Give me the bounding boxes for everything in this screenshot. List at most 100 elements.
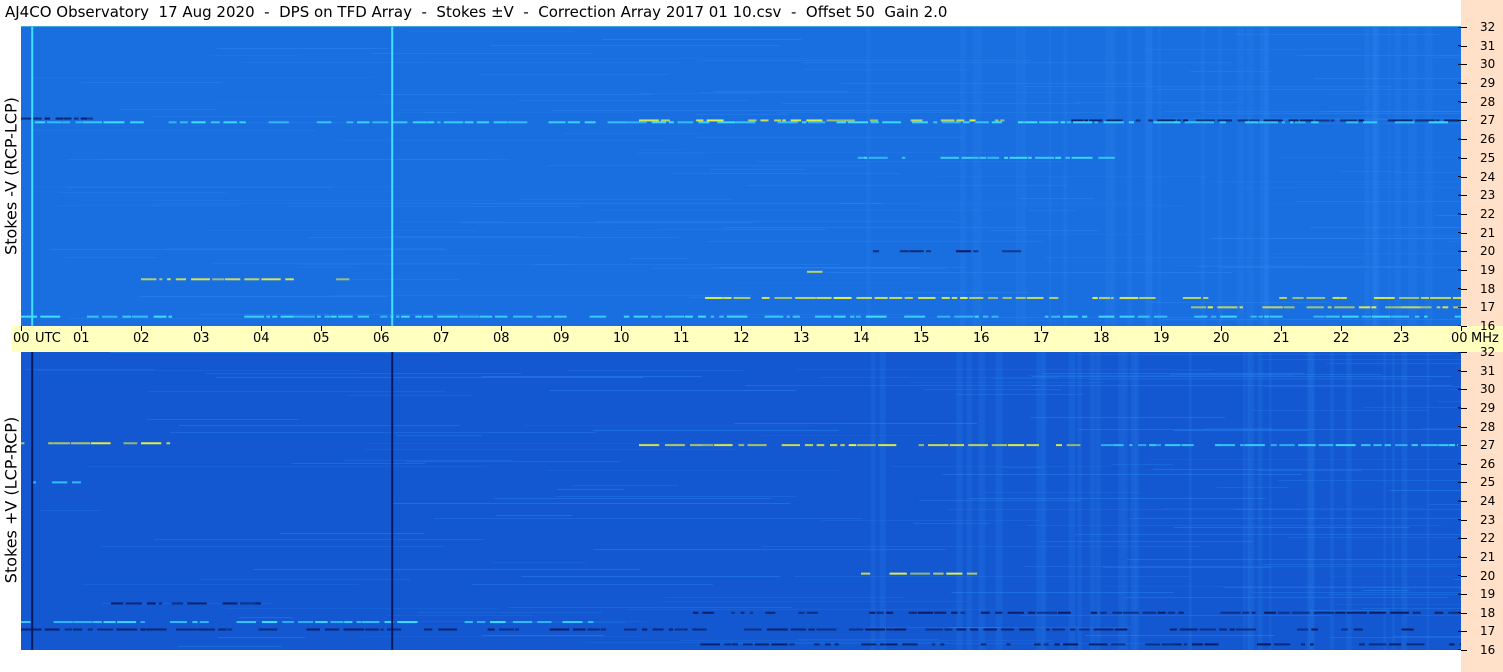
emission-segment: [338, 315, 353, 318]
emission-segment: [392, 121, 408, 124]
emission-segment: [588, 621, 594, 624]
y-tick-mark-top: [1461, 213, 1467, 215]
emission-segment: [1142, 611, 1157, 614]
emission-segment: [1019, 628, 1035, 631]
noise-streak: [839, 203, 1144, 204]
emission-segment: [494, 315, 508, 318]
x-tick-label: 14: [853, 331, 870, 346]
emission-segment: [940, 119, 955, 122]
emission-segment: [87, 117, 93, 120]
noise-column: [866, 27, 871, 326]
emission-segment: [743, 628, 762, 631]
noise-streak: [551, 110, 959, 111]
emission-segment: [48, 442, 54, 445]
noise-streak: [396, 112, 457, 113]
emission-segment: [825, 643, 831, 646]
emission-segment: [1290, 121, 1294, 124]
noise-streak: [990, 230, 1100, 231]
emission-segment: [1007, 444, 1025, 447]
noise-streak: [208, 230, 477, 231]
emission-segment: [1281, 121, 1285, 124]
noise-column: [972, 27, 978, 326]
noise-column: [1269, 352, 1272, 650]
emission-band: [639, 444, 1081, 447]
emission-segment: [1060, 121, 1066, 124]
emission-segment: [1430, 296, 1451, 299]
emission-segment: [294, 315, 315, 318]
noise-column: [1158, 27, 1162, 326]
emission-segment: [848, 444, 857, 447]
noise-streak: [399, 221, 501, 222]
emission-segment: [1395, 444, 1408, 447]
emission-segment: [1387, 119, 1399, 122]
emission-segment: [316, 121, 332, 124]
emission-segment: [261, 621, 278, 624]
emission-segment: [1244, 444, 1265, 447]
emission-segment: [668, 121, 674, 124]
emission-segment: [1214, 444, 1223, 447]
emission-segment: [1135, 119, 1141, 122]
emission-segment: [1434, 611, 1444, 614]
emission-segment: [698, 315, 706, 318]
emission-segment: [941, 296, 950, 299]
noise-streak: [409, 31, 575, 32]
emission-segment: [951, 611, 958, 614]
noise-streak: [365, 449, 738, 450]
emission-segment: [639, 119, 659, 122]
emission-segment: [969, 296, 984, 299]
x-tick-label: 11: [673, 331, 690, 346]
noise-streak: [429, 58, 808, 59]
emission-segment: [886, 611, 894, 614]
emission-segment: [623, 315, 630, 318]
emission-segment: [1098, 156, 1115, 159]
noise-streak: [371, 53, 593, 54]
y-tick-label-bottom: 17: [1480, 624, 1496, 639]
emission-segment: [223, 121, 237, 124]
noise-streak: [482, 635, 604, 636]
noise-streak: [347, 279, 461, 280]
noise-streak: [821, 520, 1040, 521]
emission-segment: [514, 628, 520, 631]
noise-streak: [434, 518, 863, 519]
emission-segment: [437, 315, 458, 318]
emission-segment: [285, 278, 294, 281]
emission-segment: [970, 628, 979, 631]
emission-segment: [1179, 628, 1198, 631]
emission-segment: [963, 121, 970, 124]
emission-segment: [1219, 628, 1227, 631]
spectrogram-bottom-panel: [21, 352, 1461, 650]
noise-streak: [1452, 579, 1461, 580]
y-tick-mark-top: [1461, 176, 1467, 178]
emission-segment: [513, 315, 533, 318]
emission-segment: [554, 315, 567, 318]
x-tick-label: 02: [133, 331, 150, 346]
noise-column: [1392, 352, 1395, 650]
y-tick-mark-top: [1461, 269, 1467, 271]
emission-segment: [833, 315, 846, 318]
emission-segment: [1028, 611, 1036, 614]
noise-streak: [32, 130, 316, 131]
emission-segment: [63, 117, 72, 120]
emission-segment: [1368, 643, 1387, 646]
y-tick-label-bottom: 30: [1480, 382, 1496, 397]
noise-streak: [138, 296, 388, 297]
noise-streak: [67, 318, 274, 319]
emission-segment: [1362, 121, 1378, 124]
emission-segment: [979, 156, 987, 159]
emission-segment: [668, 628, 673, 631]
emission-segment: [584, 121, 596, 124]
noise-streak: [714, 91, 847, 92]
emission-segment: [1211, 315, 1217, 318]
noise-streak: [734, 423, 977, 424]
x-tick-label: 13: [793, 331, 810, 346]
emission-segment: [1384, 444, 1391, 447]
emission-segment: [861, 643, 877, 646]
emission-segment: [1373, 444, 1382, 447]
emission-segment: [861, 572, 871, 575]
noise-streak: [152, 116, 337, 117]
emission-segment: [1449, 643, 1455, 646]
y-tick-label-top: 19: [1480, 262, 1496, 277]
noise-streak: [393, 503, 791, 504]
emission-segment: [1184, 121, 1202, 124]
y-tick-label-bottom: 26: [1480, 456, 1496, 471]
